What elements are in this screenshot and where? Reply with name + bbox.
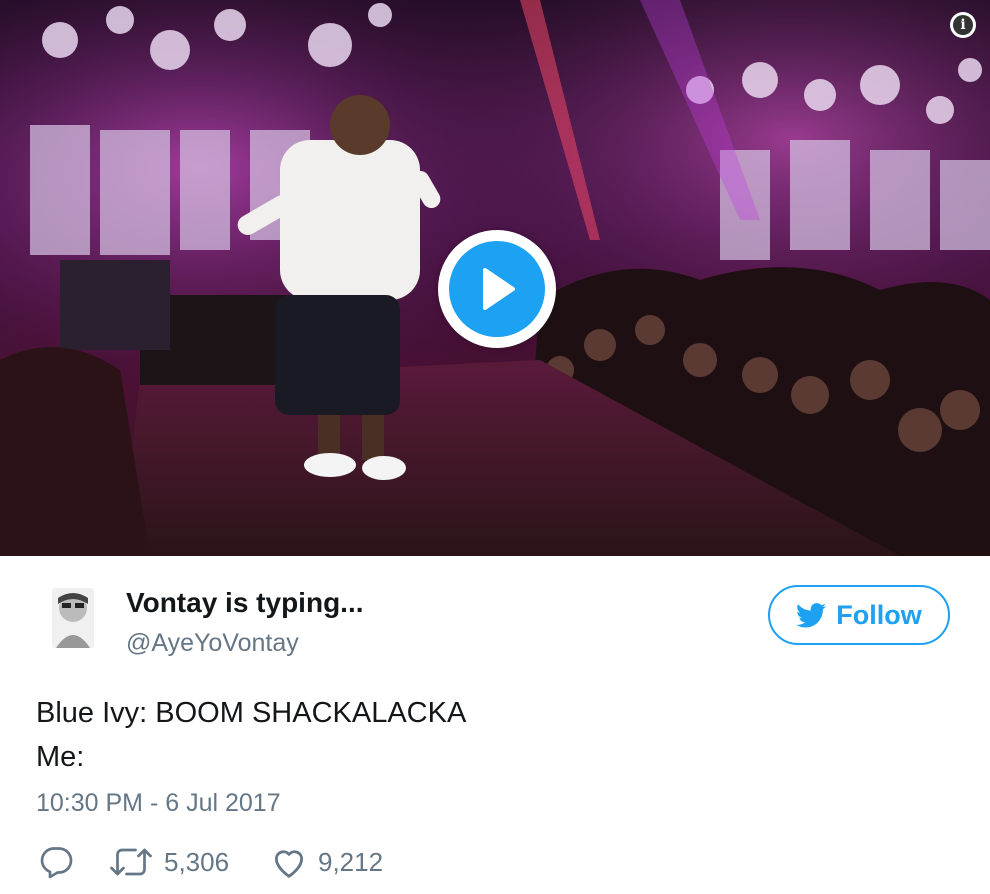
avatar-image — [52, 588, 94, 648]
heart-icon — [274, 850, 304, 878]
play-button[interactable] — [438, 230, 556, 348]
info-button[interactable]: i — [950, 12, 976, 38]
author-handle[interactable]: @AyeYoVontay — [126, 629, 299, 658]
retweet-button[interactable]: 5,306 — [108, 840, 229, 884]
reply-button[interactable] — [38, 840, 74, 884]
tweet-card: i Vontay is typing... @AyeYoVontay Follo… — [0, 0, 990, 894]
tweet-text-line-2: Me: — [36, 741, 85, 773]
tweet-timestamp[interactable]: 10:30 PM - 6 Jul 2017 — [36, 789, 281, 818]
like-count: 9,212 — [318, 846, 384, 877]
follow-label: Follow — [836, 599, 922, 630]
follow-button[interactable]: Follow — [768, 585, 950, 645]
tweet-text-line-1: Blue Ivy: BOOM SHACKALACKA — [36, 697, 467, 729]
video-thumbnail[interactable]: i — [0, 0, 990, 556]
play-icon — [483, 268, 515, 310]
retweet-icon — [110, 848, 152, 876]
reply-icon — [40, 847, 73, 879]
like-button[interactable]: 9,212 — [270, 840, 383, 884]
play-icon-circle — [449, 241, 545, 337]
avatar[interactable] — [52, 588, 94, 648]
info-icon: i — [953, 15, 973, 35]
twitter-bird-icon — [796, 602, 827, 627]
retweet-count: 5,306 — [164, 846, 230, 877]
author-name[interactable]: Vontay is typing... — [126, 587, 364, 619]
